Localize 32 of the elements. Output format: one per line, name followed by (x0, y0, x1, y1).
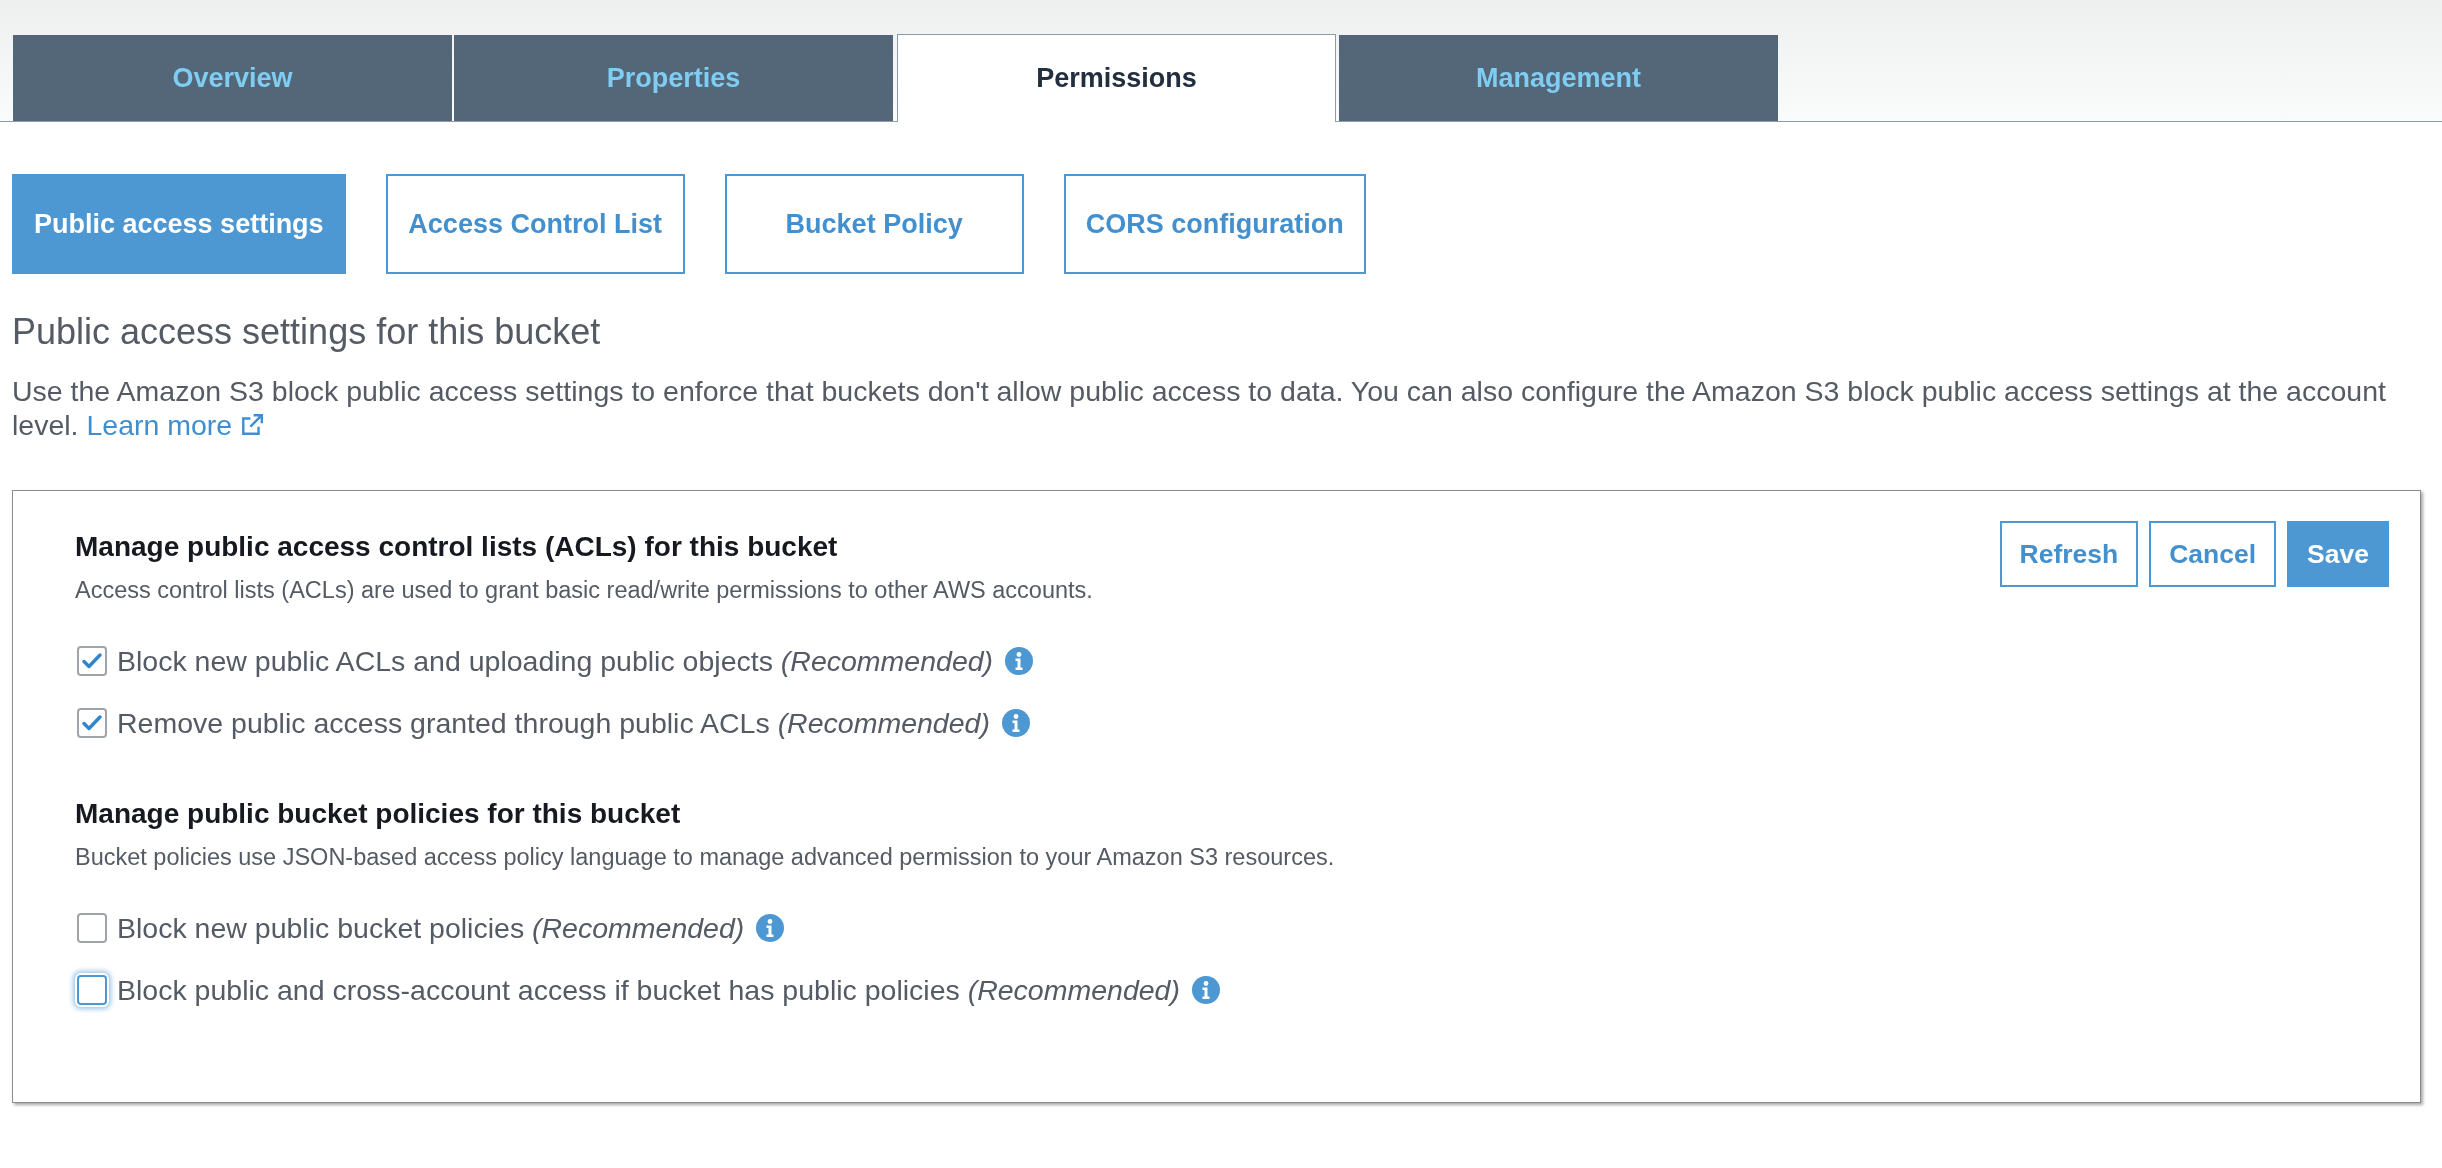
secondary-button[interactable]: Refresh (1999, 521, 2139, 587)
tab[interactable]: Overview (13, 35, 452, 121)
tab[interactable]: Management (1339, 35, 1778, 121)
secondary-button[interactable]: Cancel (2149, 521, 2277, 587)
checkbox-label: Block new public ACLs and uploading public objects (Recommended) (117, 644, 994, 678)
info-icon[interactable] (1001, 709, 1030, 737)
sub-tab[interactable]: Bucket Policy (724, 174, 1024, 274)
info-icon[interactable] (1005, 647, 1034, 675)
intro-paragraph: Use the Amazon S3 block public access settings to enforce that buckets don't allow public access to data. You can also configure the Amazon S3 block public access settings at the account level. Learn more (12, 374, 2387, 442)
section-title: Manage public access control lists (ACLs) for this bucket (75, 531, 839, 563)
info-icon[interactable] (756, 914, 785, 942)
primary-button[interactable]: Save (2287, 521, 2389, 587)
checkbox[interactable] (77, 708, 107, 738)
checkbox-label: Block new public bucket policies (Recommended) (117, 911, 745, 945)
section-title: Manage public bucket policies for this bucket (75, 798, 682, 830)
sub-tab[interactable]: Access Control List (385, 174, 685, 274)
checkbox[interactable] (77, 646, 107, 676)
info-icon[interactable] (1191, 976, 1220, 1004)
checkmark-icon (82, 652, 102, 670)
checkbox-label: Remove public access granted through public ACLs (Recommended) (117, 706, 990, 740)
tab[interactable]: Permissions (897, 34, 1336, 122)
checkbox-label: Block public and cross-account access if bucket has public policies (Recommended) (117, 973, 1180, 1007)
page-heading: Public access settings for this bucket (12, 310, 602, 354)
tab[interactable]: Properties (454, 35, 893, 121)
external-link-icon (240, 413, 265, 437)
section-description: Access control lists (ACLs) are used to grant basic read/write permissions to other AWS accounts. (75, 577, 1094, 604)
section-description: Bucket policies use JSON-based access policy language to manage advanced permission to your Amazon S3 resources. (75, 844, 1336, 871)
checkbox[interactable] (77, 913, 107, 943)
learn-more-link[interactable]: Learn more (86, 408, 265, 442)
sub-tab[interactable]: Public access settings (12, 174, 346, 274)
sub-tab[interactable]: CORS configuration (1063, 174, 1366, 274)
checkmark-icon (82, 714, 102, 732)
